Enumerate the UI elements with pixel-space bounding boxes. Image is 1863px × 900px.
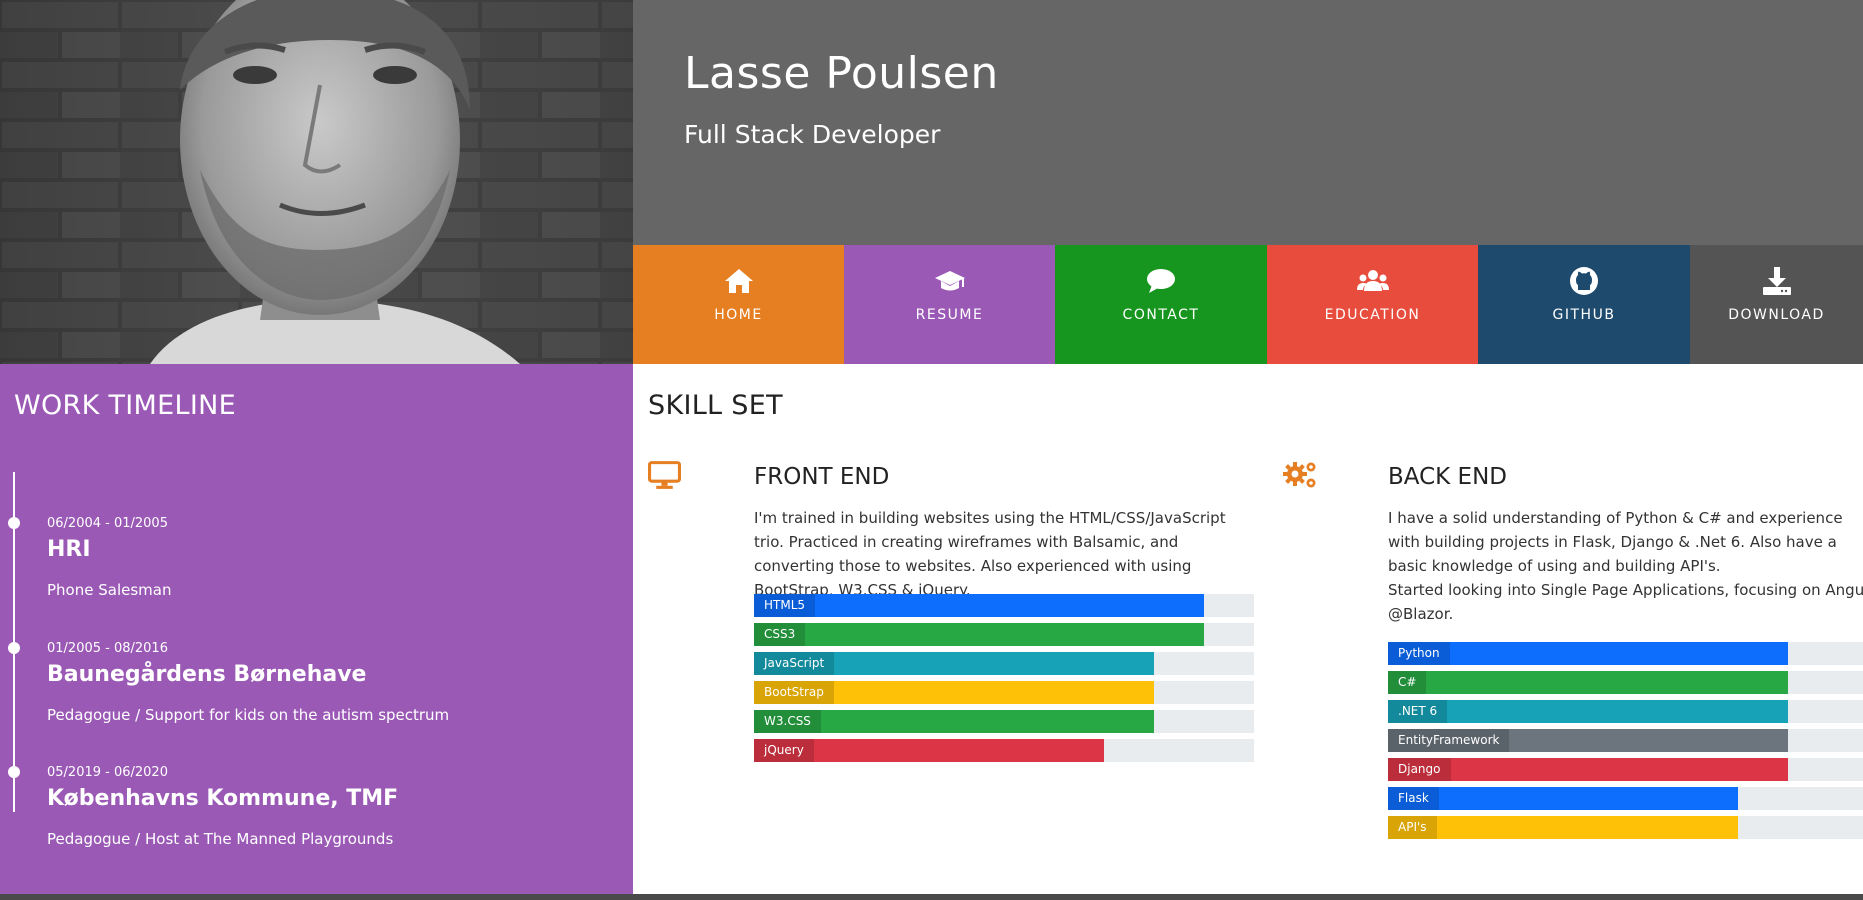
skill-bar-label: CSS3: [754, 623, 806, 646]
timeline-dot: [8, 766, 20, 778]
graduation-cap-icon: [934, 271, 965, 291]
nav-home[interactable]: HOME: [633, 245, 844, 364]
nav-contact[interactable]: CONTACT: [1055, 245, 1267, 364]
skill-bar-label: EntityFramework: [1388, 729, 1510, 752]
skill-bar: Flask: [1388, 787, 1863, 810]
nav-resume[interactable]: RESUME: [844, 245, 1055, 364]
skill-bar-label: W3.CSS: [754, 710, 821, 733]
frontend-bars: HTML5 CSS3 JavaScript BootStrap W3.CSS jQuery: [754, 594, 1254, 768]
skill-bar-label: HTML5: [754, 594, 816, 617]
nav-download[interactable]: DOWNLOAD: [1690, 245, 1863, 364]
timeline-dot: [8, 517, 20, 529]
skill-bar-label: JavaScript: [754, 652, 835, 675]
backend-text-2: Started looking into Single Page Applica…: [1388, 581, 1863, 599]
timeline-company: HRI: [47, 537, 91, 562]
job-title: Full Stack Developer: [684, 120, 941, 149]
skill-bar-fill: [1388, 816, 1738, 839]
skill-bar: JavaScript: [754, 652, 1254, 675]
skills-title: SKILL SET: [648, 390, 783, 421]
skill-bar: EntityFramework: [1388, 729, 1863, 752]
nav-github-label: GITHUB: [1552, 307, 1616, 323]
person-name: Lasse Poulsen: [684, 48, 999, 99]
chat-icon: [1147, 269, 1175, 293]
skill-bar: Python: [1388, 642, 1863, 665]
skill-bar: CSS3: [754, 623, 1254, 646]
nav-education[interactable]: EDUCATION: [1267, 245, 1478, 364]
skill-bar-label: API's: [1388, 816, 1437, 839]
backend-bars: Python C# .NET 6 EntityFramework Django Flask…: [1388, 642, 1863, 845]
nav-contact-label: CONTACT: [1122, 307, 1200, 323]
skill-bar-label: Flask: [1388, 787, 1439, 810]
skill-bar-fill: [1388, 671, 1788, 694]
skill-bar-fill: [754, 623, 1204, 646]
skill-bar-label: Python: [1388, 642, 1450, 665]
frontend-text: I'm trained in building websites using t…: [754, 509, 1226, 599]
skill-bar: .NET 6: [1388, 700, 1863, 723]
skill-bar: C#: [1388, 671, 1863, 694]
timeline-date: 05/2019 - 06/2020: [47, 765, 168, 780]
timeline-role: Phone Salesman: [47, 581, 172, 599]
gears-icon: [1283, 462, 1316, 488]
nav-education-label: EDUCATION: [1324, 307, 1421, 323]
nav-tiles: HOME RESUME CONTACT EDUCATION GITHUB DOW…: [633, 245, 1863, 364]
work-timeline: WORK TIMELINE 06/2004 - 01/2005 HRI Phon…: [0, 364, 633, 896]
download-icon: [1762, 267, 1791, 295]
users-icon: [1356, 270, 1389, 291]
skill-bar-fill: [754, 594, 1204, 617]
skill-bar-fill: [1388, 700, 1788, 723]
nav-download-label: DOWNLOAD: [1728, 307, 1825, 323]
timeline-date: 01/2005 - 08/2016: [47, 641, 168, 656]
skill-bar-label: .NET 6: [1388, 700, 1448, 723]
github-icon: [1570, 267, 1598, 295]
timeline-dot: [8, 642, 20, 654]
backend-text-3: @Blazor.: [1388, 605, 1454, 623]
skill-bar-fill: [1388, 787, 1738, 810]
skill-bar-label: C#: [1388, 671, 1427, 694]
skill-bar: Django: [1388, 758, 1863, 781]
bottom-rule: [0, 894, 1863, 900]
timeline-company: Baunegårdens Børnehave: [47, 662, 367, 687]
header-banner: Lasse Poulsen Full Stack Developer: [633, 0, 1863, 245]
skill-bar: jQuery: [754, 739, 1254, 762]
skill-bar: W3.CSS: [754, 710, 1254, 733]
skill-bar-label: BootStrap: [754, 681, 834, 704]
backend-text: I have a solid understanding of Python &…: [1388, 509, 1843, 575]
profile-photo: [0, 0, 633, 364]
skill-bar: API's: [1388, 816, 1863, 839]
backend-title: BACK END: [1388, 464, 1508, 490]
backend-skills: BACK END I have a solid understanding of…: [1282, 458, 1863, 898]
home-icon: [724, 269, 753, 293]
timeline-title: WORK TIMELINE: [14, 390, 236, 421]
nav-resume-label: RESUME: [915, 307, 984, 323]
timeline-company: Københavns Kommune, TMF: [47, 786, 399, 811]
nav-github[interactable]: GITHUB: [1478, 245, 1690, 364]
skill-bar: HTML5: [754, 594, 1254, 617]
timeline-role: Pedagogue / Host at The Manned Playgroun…: [47, 830, 394, 848]
nav-home-label: HOME: [714, 307, 763, 323]
timeline-role: Pedagogue / Support for kids on the auti…: [47, 706, 450, 724]
skill-bar-label: jQuery: [754, 739, 814, 762]
frontend-title: FRONT END: [754, 464, 890, 490]
skill-bar: BootStrap: [754, 681, 1254, 704]
monitor-icon: [648, 461, 681, 489]
skill-bar-label: Django: [1388, 758, 1451, 781]
timeline-date: 06/2004 - 01/2005: [47, 516, 168, 531]
